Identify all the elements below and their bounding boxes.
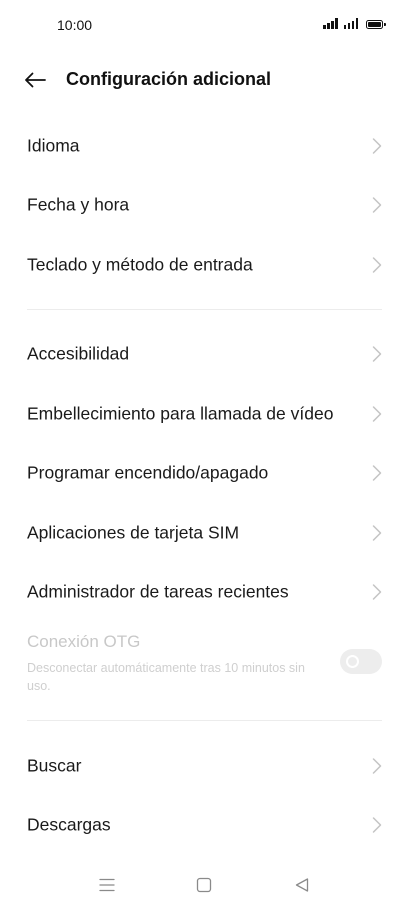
back-button[interactable] [22, 67, 48, 93]
settings-item-conexion-otg: Conexión OTG Desconectar automáticamente… [0, 622, 409, 706]
chevron-right-icon [372, 346, 382, 362]
settings-item-tareas-recientes[interactable]: Administrador de tareas recientes [0, 563, 409, 623]
section-divider-wrap [0, 295, 409, 325]
settings-item-label: Embellecimiento para llamada de vídeo [27, 403, 334, 424]
section-divider [27, 720, 382, 721]
recent-apps-button[interactable] [94, 872, 120, 898]
signal-icon [323, 18, 338, 29]
chevron-right-icon [372, 817, 382, 833]
chevron-right-icon [372, 197, 382, 213]
settings-item-label: Buscar [27, 755, 82, 776]
page-title: Configuración adicional [66, 69, 272, 89]
navigation-bar [0, 860, 409, 910]
home-button[interactable] [191, 872, 217, 898]
settings-item-programar-encendido[interactable]: Programar encendido/apagado [0, 444, 409, 504]
signal-icon-2 [343, 18, 358, 29]
settings-item-accesibilidad[interactable]: Accesibilidad [0, 325, 409, 385]
section-divider-wrap [0, 706, 409, 736]
settings-item-label: Descargas [27, 814, 111, 835]
status-icons [323, 18, 386, 29]
chevron-right-icon [372, 138, 382, 154]
settings-item-label: Idioma [27, 135, 80, 156]
arrow-left-icon [25, 72, 46, 88]
home-icon [196, 877, 212, 893]
settings-item-fecha-hora[interactable]: Fecha y hora [0, 176, 409, 236]
toggle-knob [346, 655, 359, 668]
settings-item-teclado[interactable]: Teclado y método de entrada [0, 235, 409, 295]
chevron-right-icon [372, 406, 382, 422]
back-triangle-icon [295, 878, 309, 892]
settings-item-buscar[interactable]: Buscar [0, 736, 409, 796]
back-nav-button[interactable] [289, 872, 315, 898]
chevron-right-icon [372, 584, 382, 600]
chevron-right-icon [372, 758, 382, 774]
settings-item-label: Teclado y método de entrada [27, 254, 253, 275]
settings-item-label: Programar encendido/apagado [27, 462, 269, 483]
chevron-right-icon [372, 525, 382, 541]
settings-item-label: Aplicaciones de tarjeta SIM [27, 522, 240, 543]
otg-subtitle: Desconectar automáticamente tras 10 minu… [27, 661, 305, 693]
status-time: 10:00 [57, 17, 93, 33]
menu-icon [99, 878, 115, 892]
otg-toggle[interactable] [340, 649, 382, 674]
chevron-right-icon [372, 465, 382, 481]
settings-item-label: Fecha y hora [27, 194, 130, 215]
chevron-right-icon [372, 257, 382, 273]
otg-title: Conexión OTG [27, 632, 141, 651]
settings-item-label: Administrador de tareas recientes [27, 581, 289, 602]
battery-icon [366, 20, 386, 29]
settings-item-aplicaciones-sim[interactable]: Aplicaciones de tarjeta SIM [0, 503, 409, 563]
status-bar: 10:00 [0, 0, 409, 52]
app-header: Configuración adicional [0, 58, 409, 102]
section-divider [27, 308, 382, 310]
settings-item-idioma[interactable]: Idioma [0, 116, 409, 176]
settings-item-label: Accesibilidad [27, 343, 130, 364]
settings-item-descargas[interactable]: Descargas [0, 796, 409, 856]
settings-list: Idioma Fecha y hora Teclado y método de … [0, 116, 409, 855]
settings-item-embellecimiento[interactable]: Embellecimiento para llamada de vídeo [0, 384, 409, 444]
